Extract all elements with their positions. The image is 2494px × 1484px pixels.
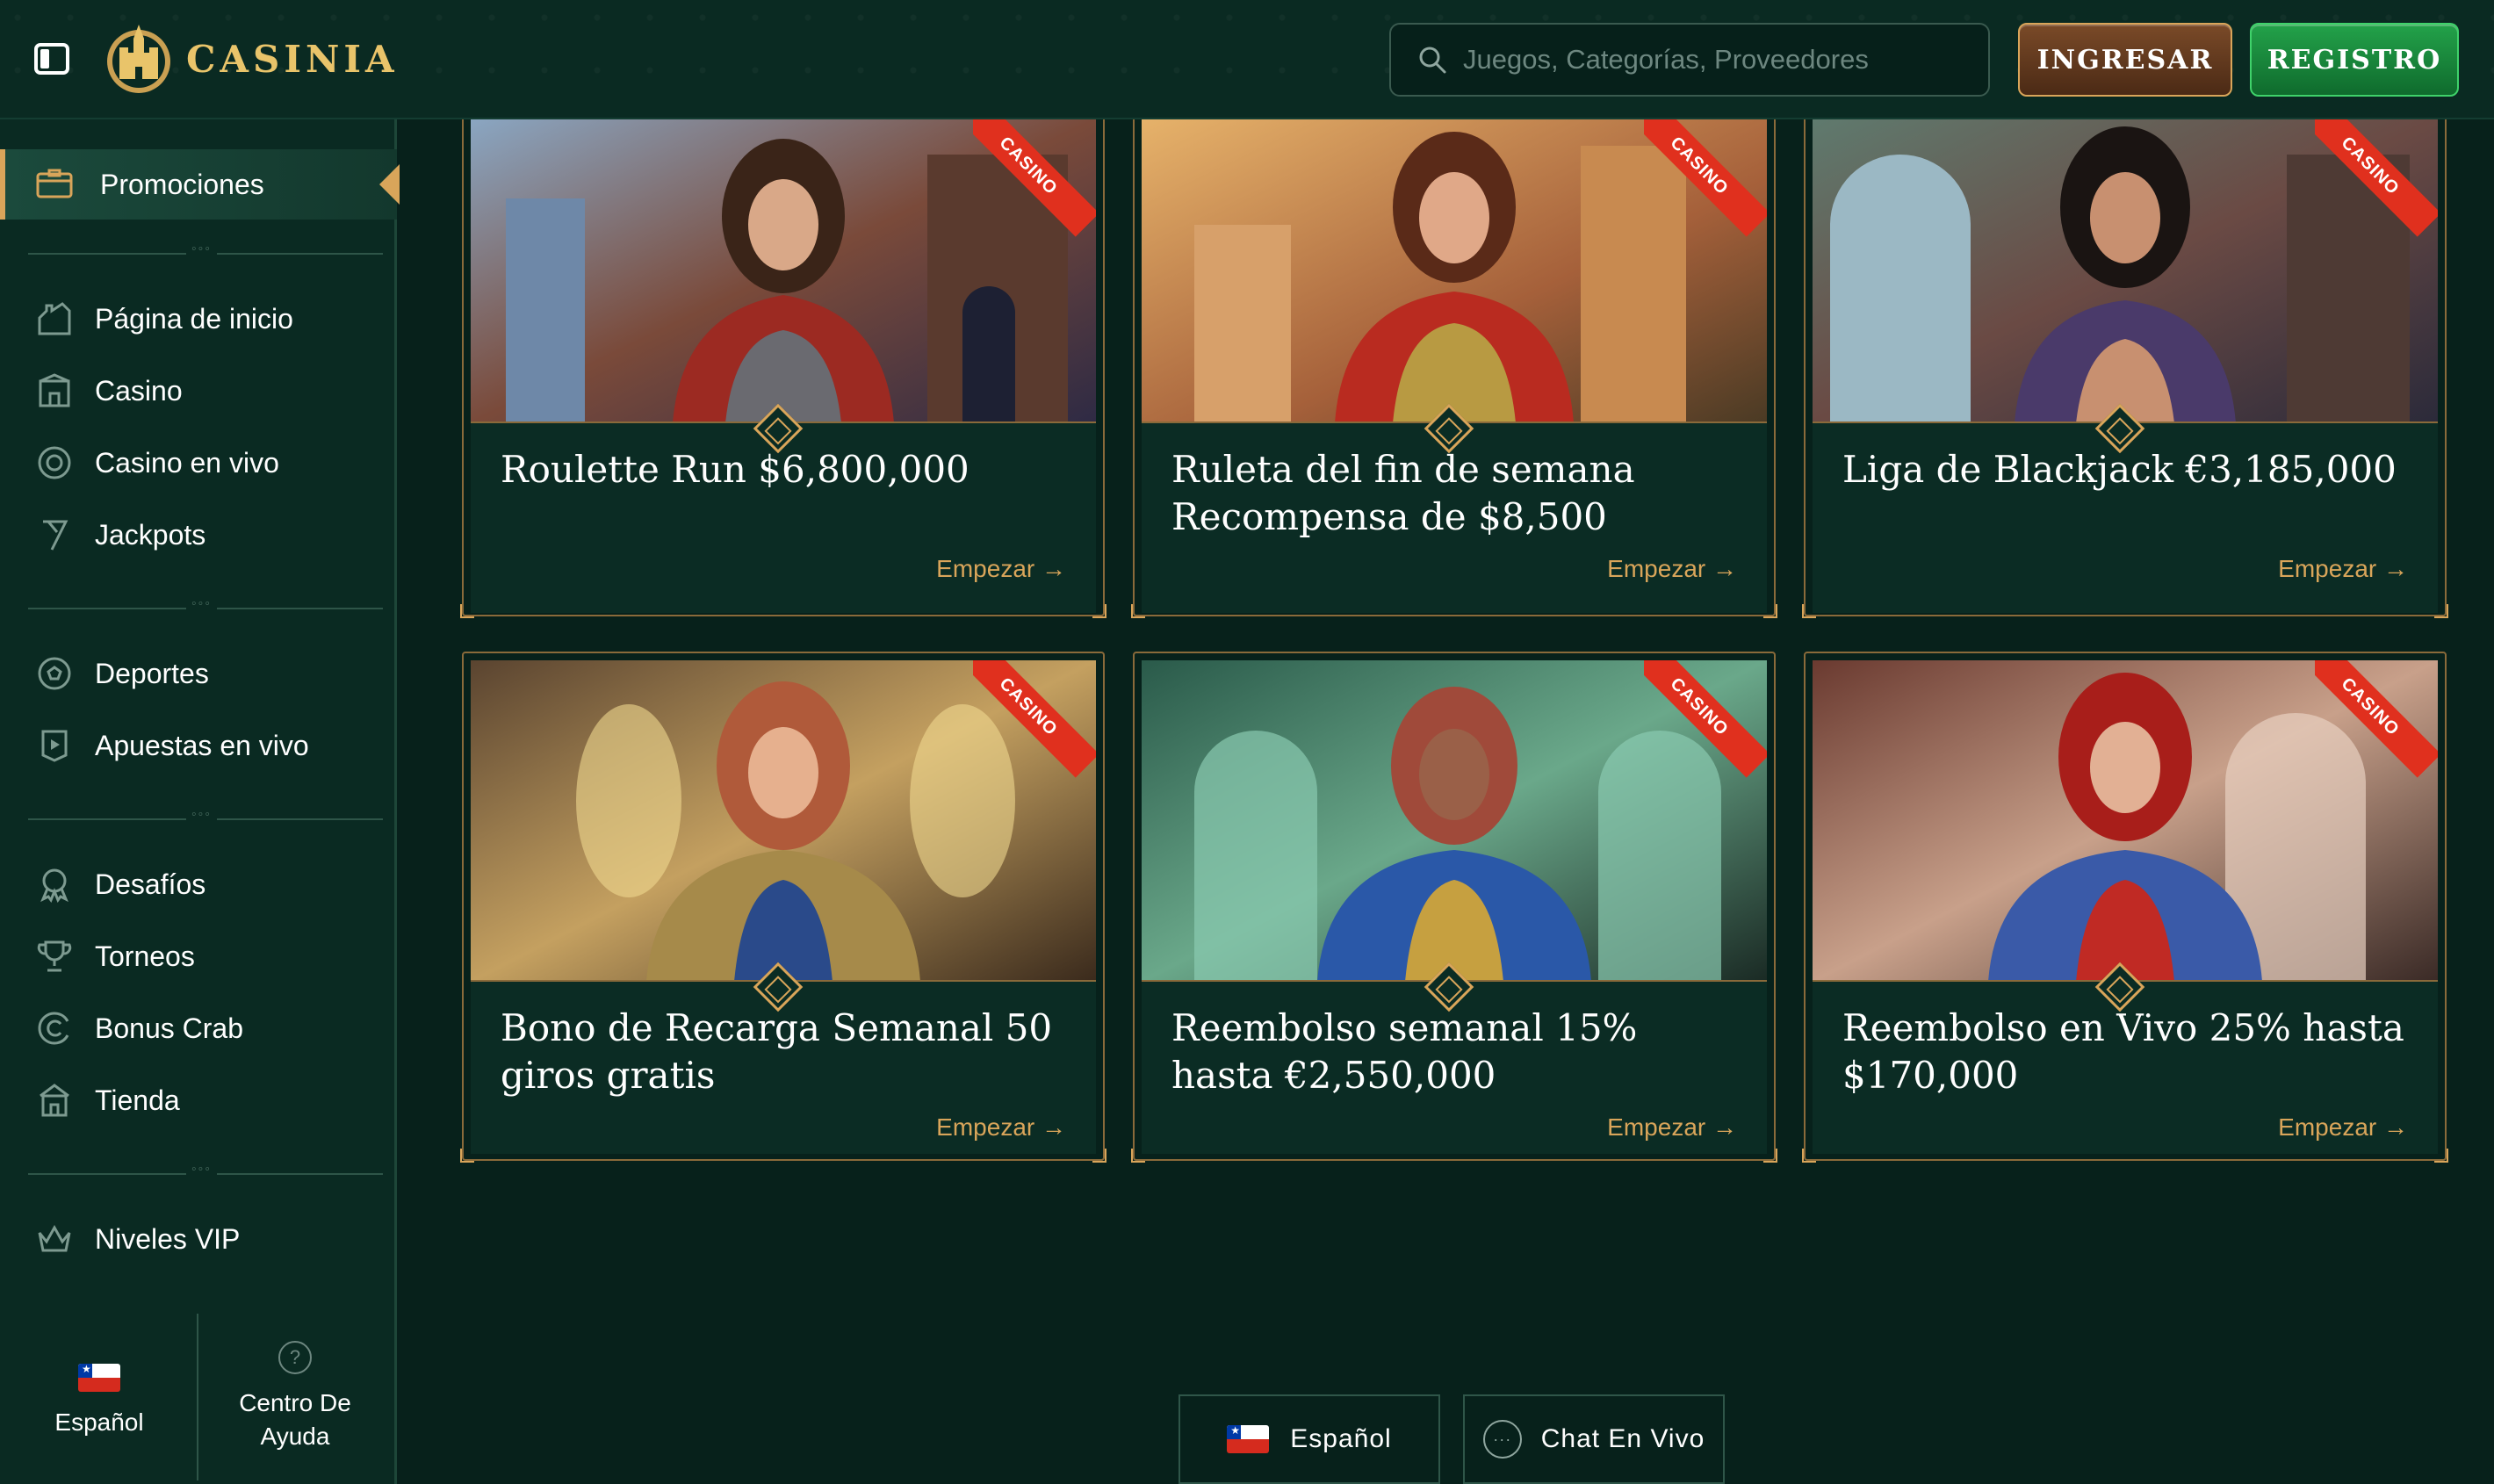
sidebar-item-label: Página de inicio bbox=[95, 302, 293, 335]
sidebar-item-label: Apuestas en vivo bbox=[95, 729, 309, 761]
sidebar-item-label: Jackpots bbox=[95, 518, 206, 551]
promo-image: CASINO bbox=[1813, 660, 2438, 982]
live-casino-icon bbox=[35, 443, 74, 482]
sidebar-item-live-casino[interactable]: Casino en vivo bbox=[0, 432, 397, 493]
promo-title: Ruleta del fin de semana Recompensa de $… bbox=[1171, 448, 1635, 538]
sidebar-item-label: Casino bbox=[95, 374, 183, 407]
sidebar-item-vip-levels[interactable]: Niveles VIP bbox=[0, 1208, 397, 1270]
promo-image: CASINO bbox=[471, 119, 1096, 423]
promo-card[interactable]: CASINO Bono de Recarga Semanal 50 giros … bbox=[460, 652, 1106, 1163]
search-icon bbox=[1419, 47, 1446, 74]
sidebar-item-label: Promociones bbox=[100, 168, 264, 200]
sidebar-item-label: Torneos bbox=[95, 940, 195, 972]
promo-card[interactable]: CASINO Roulette Run $6,800,000 Empezar → bbox=[460, 116, 1106, 618]
promo-title: Liga de Blackjack €3,185,000 bbox=[1842, 448, 2397, 491]
help-label: Centro De Ayuda bbox=[239, 1389, 351, 1450]
promo-card[interactable]: CASINO Ruleta del fin de semana Recompen… bbox=[1131, 116, 1777, 618]
promo-title: Reembolso semanal 15% hasta €2,550,000 bbox=[1171, 1006, 1638, 1097]
sidebar-item-label: Tienda bbox=[95, 1084, 180, 1116]
language-button-label: Español bbox=[1290, 1424, 1392, 1453]
promo-start-link[interactable]: Empezar → bbox=[1607, 1113, 1737, 1142]
promo-title: Roulette Run $6,800,000 bbox=[501, 448, 969, 491]
help-icon: ? bbox=[278, 1341, 312, 1374]
sidebar-divider bbox=[28, 241, 383, 257]
sidebar-divider bbox=[28, 596, 383, 612]
live-chat-label: Chat En Vivo bbox=[1540, 1424, 1705, 1453]
sidebar-item-label: Deportes bbox=[95, 657, 209, 689]
casino-badge: CASINO bbox=[1644, 660, 1767, 778]
chile-flag-icon: ★ bbox=[78, 1364, 120, 1392]
live-bets-icon bbox=[35, 726, 74, 765]
promo-card[interactable]: CASINO Liga de Blackjack €3,185,000 Empe… bbox=[1802, 116, 2448, 618]
sports-icon bbox=[35, 654, 74, 693]
language-button[interactable]: ★ Español bbox=[1179, 1394, 1440, 1484]
challenges-icon bbox=[35, 865, 74, 904]
promo-image: CASINO bbox=[471, 660, 1096, 982]
casinia-logo[interactable]: CASINIA bbox=[104, 19, 399, 98]
promo-start-link[interactable]: Empezar → bbox=[1607, 555, 1737, 583]
promo-image: CASINO bbox=[1813, 119, 2438, 423]
jackpot-icon bbox=[35, 515, 74, 554]
promotions-grid: CASINO Roulette Run $6,800,000 Empezar →… bbox=[400, 116, 2494, 1484]
sidebar-item-live-bets[interactable]: Apuestas en vivo bbox=[0, 715, 397, 776]
sidebar-item-label: Bonus Crab bbox=[95, 1012, 243, 1044]
sidebar-divider bbox=[28, 807, 383, 823]
register-button[interactable]: REGISTRO bbox=[2250, 23, 2459, 97]
casino-badge: CASINO bbox=[2315, 660, 2438, 778]
home-icon bbox=[35, 299, 74, 338]
sidebar-item-home[interactable]: Página de inicio bbox=[0, 288, 397, 349]
casino-icon bbox=[35, 371, 74, 410]
language-label: Español bbox=[54, 1408, 144, 1436]
promo-start-link[interactable]: Empezar → bbox=[936, 1113, 1066, 1142]
help-center-link[interactable]: ? Centro De Ayuda bbox=[204, 1314, 386, 1480]
footer-separator bbox=[197, 1314, 198, 1480]
sidebar-toggle-icon[interactable] bbox=[33, 40, 70, 77]
sidebar-item-tournaments[interactable]: Torneos bbox=[0, 926, 397, 987]
promo-start-link[interactable]: Empezar → bbox=[2278, 1113, 2408, 1142]
sidebar-item-label: Casino en vivo bbox=[95, 446, 279, 479]
shop-icon bbox=[35, 1081, 74, 1120]
brand-name: CASINIA bbox=[186, 37, 399, 81]
top-header: CASINIA INGRESAR REGISTRO bbox=[0, 0, 2494, 119]
promo-card[interactable]: CASINO Reembolso semanal 15% hasta €2,55… bbox=[1131, 652, 1777, 1163]
sidebar-divider bbox=[28, 1162, 383, 1178]
search-input[interactable] bbox=[1463, 44, 1972, 76]
sidebar-item-label: Niveles VIP bbox=[95, 1222, 241, 1255]
castle-logo-icon bbox=[107, 25, 170, 93]
sidebar-item-casino[interactable]: Casino bbox=[0, 360, 397, 421]
casino-badge: CASINO bbox=[973, 119, 1096, 237]
bonus-crab-icon bbox=[35, 1009, 74, 1048]
promotions-icon bbox=[35, 165, 74, 204]
casino-badge: CASINO bbox=[1644, 119, 1767, 237]
chat-bubble-icon: ··· bbox=[1482, 1420, 1522, 1459]
promo-image: CASINO bbox=[1142, 660, 1767, 982]
casino-badge: CASINO bbox=[973, 660, 1096, 778]
trophy-icon bbox=[35, 937, 74, 976]
sidebar-item-sports[interactable]: Deportes bbox=[0, 643, 397, 704]
promo-title: Reembolso en Vivo 25% hasta $170,000 bbox=[1842, 1006, 2404, 1097]
sidebar-item-label: Desafíos bbox=[95, 868, 206, 900]
crown-icon bbox=[35, 1220, 74, 1258]
sidebar-language-selector[interactable]: ★ Español bbox=[26, 1331, 172, 1472]
promo-image: CASINO bbox=[1142, 119, 1767, 423]
sidebar: Promociones Página de inicio Casino Casi… bbox=[0, 119, 402, 1484]
promo-title: Bono de Recarga Semanal 50 giros gratis bbox=[501, 1006, 1053, 1097]
sidebar-item-jackpots[interactable]: Jackpots bbox=[0, 504, 397, 566]
casino-badge: CASINO bbox=[2315, 119, 2438, 237]
live-chat-button[interactable]: ··· Chat En Vivo bbox=[1463, 1394, 1725, 1484]
login-button[interactable]: INGRESAR bbox=[2018, 23, 2232, 97]
sidebar-item-bonus-crab[interactable]: Bonus Crab bbox=[0, 998, 397, 1059]
sidebar-item-shop[interactable]: Tienda bbox=[0, 1070, 397, 1131]
sidebar-item-promociones[interactable]: Promociones bbox=[0, 149, 402, 220]
promo-start-link[interactable]: Empezar → bbox=[2278, 555, 2408, 583]
sidebar-item-challenges[interactable]: Desafíos bbox=[0, 854, 397, 915]
promo-card[interactable]: CASINO Reembolso en Vivo 25% hasta $170,… bbox=[1802, 652, 2448, 1163]
promo-start-link[interactable]: Empezar → bbox=[936, 555, 1066, 583]
search-box[interactable] bbox=[1389, 23, 1990, 97]
chile-flag-icon: ★ bbox=[1227, 1425, 1270, 1453]
